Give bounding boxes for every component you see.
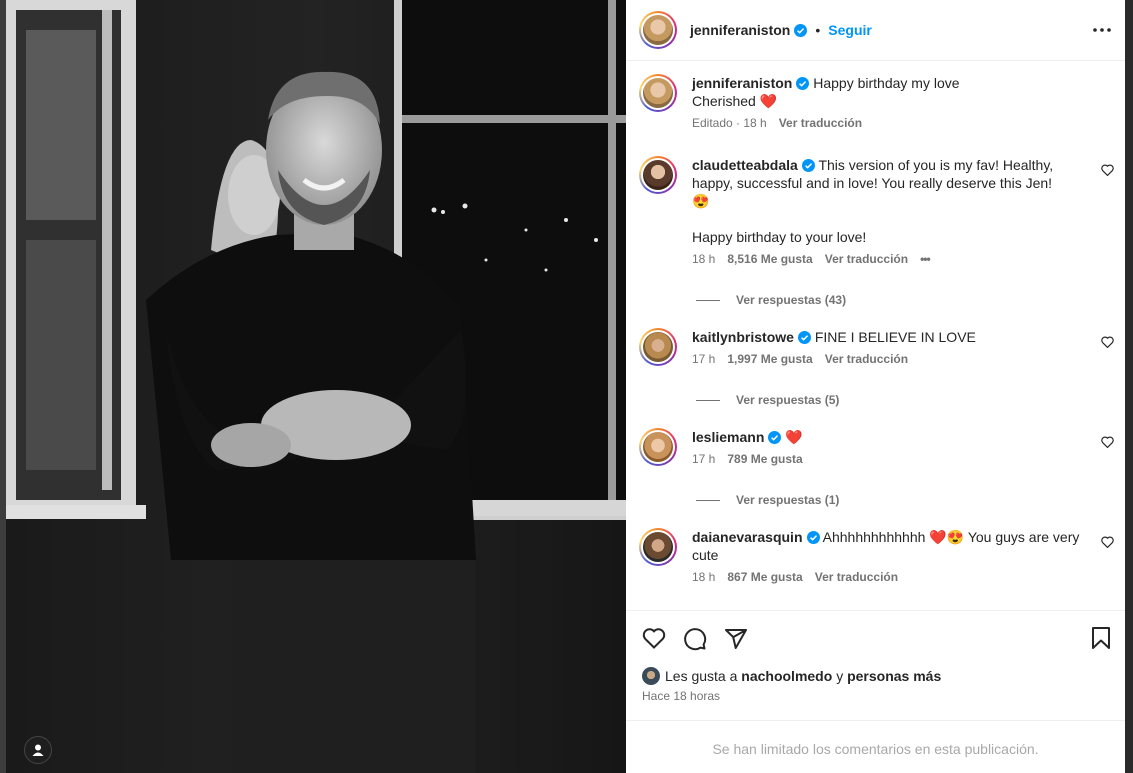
caption-time: Editado · 18 h [692, 116, 767, 130]
verified-icon [796, 77, 810, 90]
comment-time: 18 h [692, 252, 716, 266]
view-replies-button[interactable]: Ver respuestas (5) [696, 393, 839, 407]
likes-others[interactable]: personas más [847, 668, 941, 684]
caption-line2: Cherished [692, 93, 756, 109]
profile-icon[interactable] [24, 736, 52, 764]
comment-heart-icon[interactable] [1101, 436, 1114, 448]
translate-link[interactable]: Ver traducción [825, 252, 908, 266]
action-icons [642, 627, 1111, 651]
backdrop-right [1125, 0, 1133, 773]
comment-heart-icon[interactable] [1101, 336, 1114, 348]
comment-username[interactable]: claudetteabdala [692, 157, 798, 173]
translate-link[interactable]: Ver traducción [825, 352, 908, 366]
comment-username[interactable]: daianevarasquin [692, 529, 803, 545]
caption: jenniferaniston Happy birthday my love C… [639, 74, 1114, 130]
header-separator: • [815, 22, 821, 38]
comment-likes[interactable]: 867 Me gusta [727, 570, 802, 584]
verified-icon [794, 23, 808, 37]
comments-limited-notice: Se han limitado los comentarios en esta … [712, 741, 1039, 757]
comment-username[interactable]: lesliemann [692, 429, 764, 445]
bookmark-icon[interactable] [1091, 627, 1111, 649]
comment: claudetteabdala This version of you is m… [639, 156, 1114, 266]
comment-time: 17 h [692, 452, 716, 466]
liker-avatar [642, 667, 660, 685]
comment-likes[interactable]: 8,516 Me gusta [727, 252, 812, 266]
caption-text: jenniferaniston Happy birthday my love C… [692, 74, 1097, 110]
comment-likes[interactable]: 789 Me gusta [727, 452, 802, 466]
post-time: Hace 18 horas [642, 689, 721, 703]
likes-summary[interactable]: Les gusta a nachoolmedo y personas más [642, 667, 941, 685]
liker-username[interactable]: nachoolmedo [741, 668, 832, 684]
comment-body: Ahhhhhhhhhhhh [822, 529, 926, 545]
view-replies-label: Ver respuestas (5) [736, 393, 840, 407]
follow-button[interactable]: Seguir [828, 22, 872, 38]
comment-text: lesliemann ❤️ [692, 428, 1097, 446]
verified-icon [801, 159, 815, 172]
view-replies-button[interactable]: Ver respuestas (43) [696, 293, 846, 307]
comment-emoji: ❤️😍 [929, 529, 965, 545]
view-replies-label: Ver respuestas (43) [736, 293, 847, 307]
comment-time: 18 h [692, 570, 716, 584]
replies-line [696, 299, 720, 301]
comment-meta: 17 h 789 Me gusta [692, 452, 1114, 466]
author-username[interactable]: jenniferaniston [690, 22, 790, 38]
avatar[interactable] [639, 156, 677, 194]
avatar[interactable] [639, 328, 677, 366]
comment-username[interactable]: kaitlynbristowe [692, 329, 794, 345]
verified-icon [797, 331, 811, 344]
comment-likes[interactable]: 1,997 Me gusta [727, 352, 812, 366]
caption-line1: Happy birthday my love [813, 75, 960, 91]
comment-text: kaitlynbristowe FINE I BELIEVE IN LOVE [692, 328, 1097, 346]
likes-mid: y [836, 668, 844, 684]
comment-meta: 18 h 8,516 Me gusta Ver traducción ••• [692, 252, 1114, 266]
comment-heart-icon[interactable] [1101, 164, 1114, 176]
caption-meta: Editado · 18 h Ver traducción [692, 116, 1114, 130]
comment-text: daianevarasquin Ahhhhhhhhhhhh ❤️😍 You gu… [692, 528, 1097, 564]
view-replies-label: Ver respuestas (1) [736, 493, 840, 507]
photo-image [6, 0, 626, 773]
author-avatar[interactable] [639, 11, 677, 49]
replies-line [696, 399, 720, 401]
verified-icon [806, 531, 820, 544]
caption-username[interactable]: jenniferaniston [692, 75, 792, 91]
replies-line [696, 499, 720, 501]
post-photo[interactable] [6, 0, 626, 773]
comment-emoji: ❤️ [785, 429, 803, 445]
avatar[interactable] [639, 528, 677, 566]
comment-icon[interactable] [683, 627, 707, 651]
comment-text: claudetteabdala This version of you is m… [692, 156, 1097, 246]
post-actions: Les gusta a nachoolmedo y personas más H… [626, 610, 1125, 721]
comment-meta: 17 h 1,997 Me gusta Ver traducción [692, 352, 1114, 366]
comment-emoji: 😍 [692, 193, 710, 209]
comment-meta: 18 h 867 Me gusta Ver traducción [692, 570, 1114, 584]
view-replies-button[interactable]: Ver respuestas (1) [696, 493, 839, 507]
avatar[interactable] [639, 428, 677, 466]
share-icon[interactable] [724, 627, 748, 651]
verified-icon [768, 431, 782, 444]
comment-heart-icon[interactable] [1101, 536, 1114, 548]
comment-more-icon[interactable]: ••• [920, 252, 931, 266]
translate-link[interactable]: Ver traducción [779, 116, 862, 130]
translate-link[interactable]: Ver traducción [815, 570, 898, 584]
comments-list[interactable]: jenniferaniston Happy birthday my love C… [626, 62, 1125, 610]
more-options-icon[interactable] [1093, 28, 1111, 32]
comment: kaitlynbristowe FINE I BELIEVE IN LOVE 1… [639, 328, 1114, 366]
comment-time: 17 h [692, 352, 716, 366]
comment: daianevarasquin Ahhhhhhhhhhhh ❤️😍 You gu… [639, 528, 1114, 584]
avatar[interactable] [639, 74, 677, 112]
comment-body: FINE I BELIEVE IN LOVE [814, 329, 976, 345]
caption-emoji: ❤️ [759, 93, 778, 109]
heart-icon[interactable] [642, 627, 666, 649]
post-panel: jenniferaniston • Seguir jenniferaniston… [626, 0, 1125, 773]
comment: lesliemann ❤️ 17 h 789 Me gusta [639, 428, 1114, 466]
comment-body-2: Happy birthday to your love! [692, 229, 867, 245]
post-header: jenniferaniston • Seguir [626, 0, 1125, 61]
stage: jenniferaniston • Seguir jenniferaniston… [0, 0, 1133, 773]
likes-prefix: Les gusta a [665, 668, 738, 684]
